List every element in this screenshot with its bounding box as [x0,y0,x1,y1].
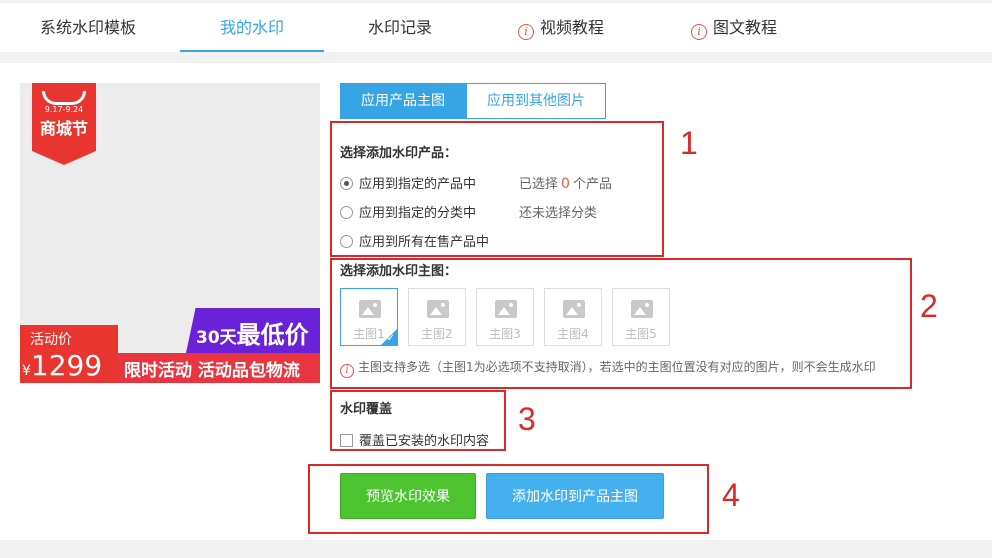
annotation-number-3: 3 [518,401,536,437]
price-number: 1299 [30,349,103,382]
tab-label: 水印记录 [368,18,433,37]
top-tab-bar: 系统水印模板 我的水印 水印记录 i 视频教程 i 图文教程 [0,3,992,52]
tab-label: 系统水印模板 [40,18,137,37]
annotation-frame-3 [330,390,506,451]
festival-badge: 9.17-9.24 商城节 [32,83,96,165]
price-label: 活动价 [30,332,72,348]
tab-label: 我的水印 [220,18,285,37]
tab-label: 视频教程 [540,18,605,37]
annotation-number-1: 1 [680,125,698,161]
annotation-frame-2 [330,258,912,389]
annotation-number-4: 4 [722,477,740,513]
promo-days: 30天 [196,328,237,348]
tab-system-templates[interactable]: 系统水印模板 [40,3,136,52]
horn-icon [42,91,86,105]
promo-lowest: 最低价 [236,321,309,349]
tab-label: 图文教程 [713,18,778,37]
tab-watermark-records[interactable]: 水印记录 [368,3,432,52]
info-icon: i [691,24,707,40]
badge-title: 商城节 [39,119,88,138]
active-tab-indicator [180,50,324,52]
annotation-number-2: 2 [920,288,938,324]
apply-other-images-button[interactable]: 应用到其他图片 [466,83,606,119]
watermark-preview-image: 9.17-9.24 商城节 30天最低价 活动价 ¥1299 限时活动 活动品包… [20,83,320,383]
price-currency: ¥ [22,363,31,379]
tab-image-tutorial[interactable]: i 图文教程 [691,3,777,52]
apply-main-image-button[interactable]: 应用产品主图 [340,83,466,119]
promo-lowest-price: 30天最低价 [196,315,309,350]
annotation-frame-4 [308,464,709,534]
info-icon: i [518,24,534,40]
annotation-frame-1 [330,121,664,257]
price-value: ¥1299 [22,349,102,382]
promo-banner: 限时活动 活动品包物流 [124,361,300,381]
badge-date: 9.17-9.24 [44,105,84,114]
tab-my-watermark[interactable]: 我的水印 [220,3,284,52]
tab-video-tutorial[interactable]: i 视频教程 [518,3,604,52]
